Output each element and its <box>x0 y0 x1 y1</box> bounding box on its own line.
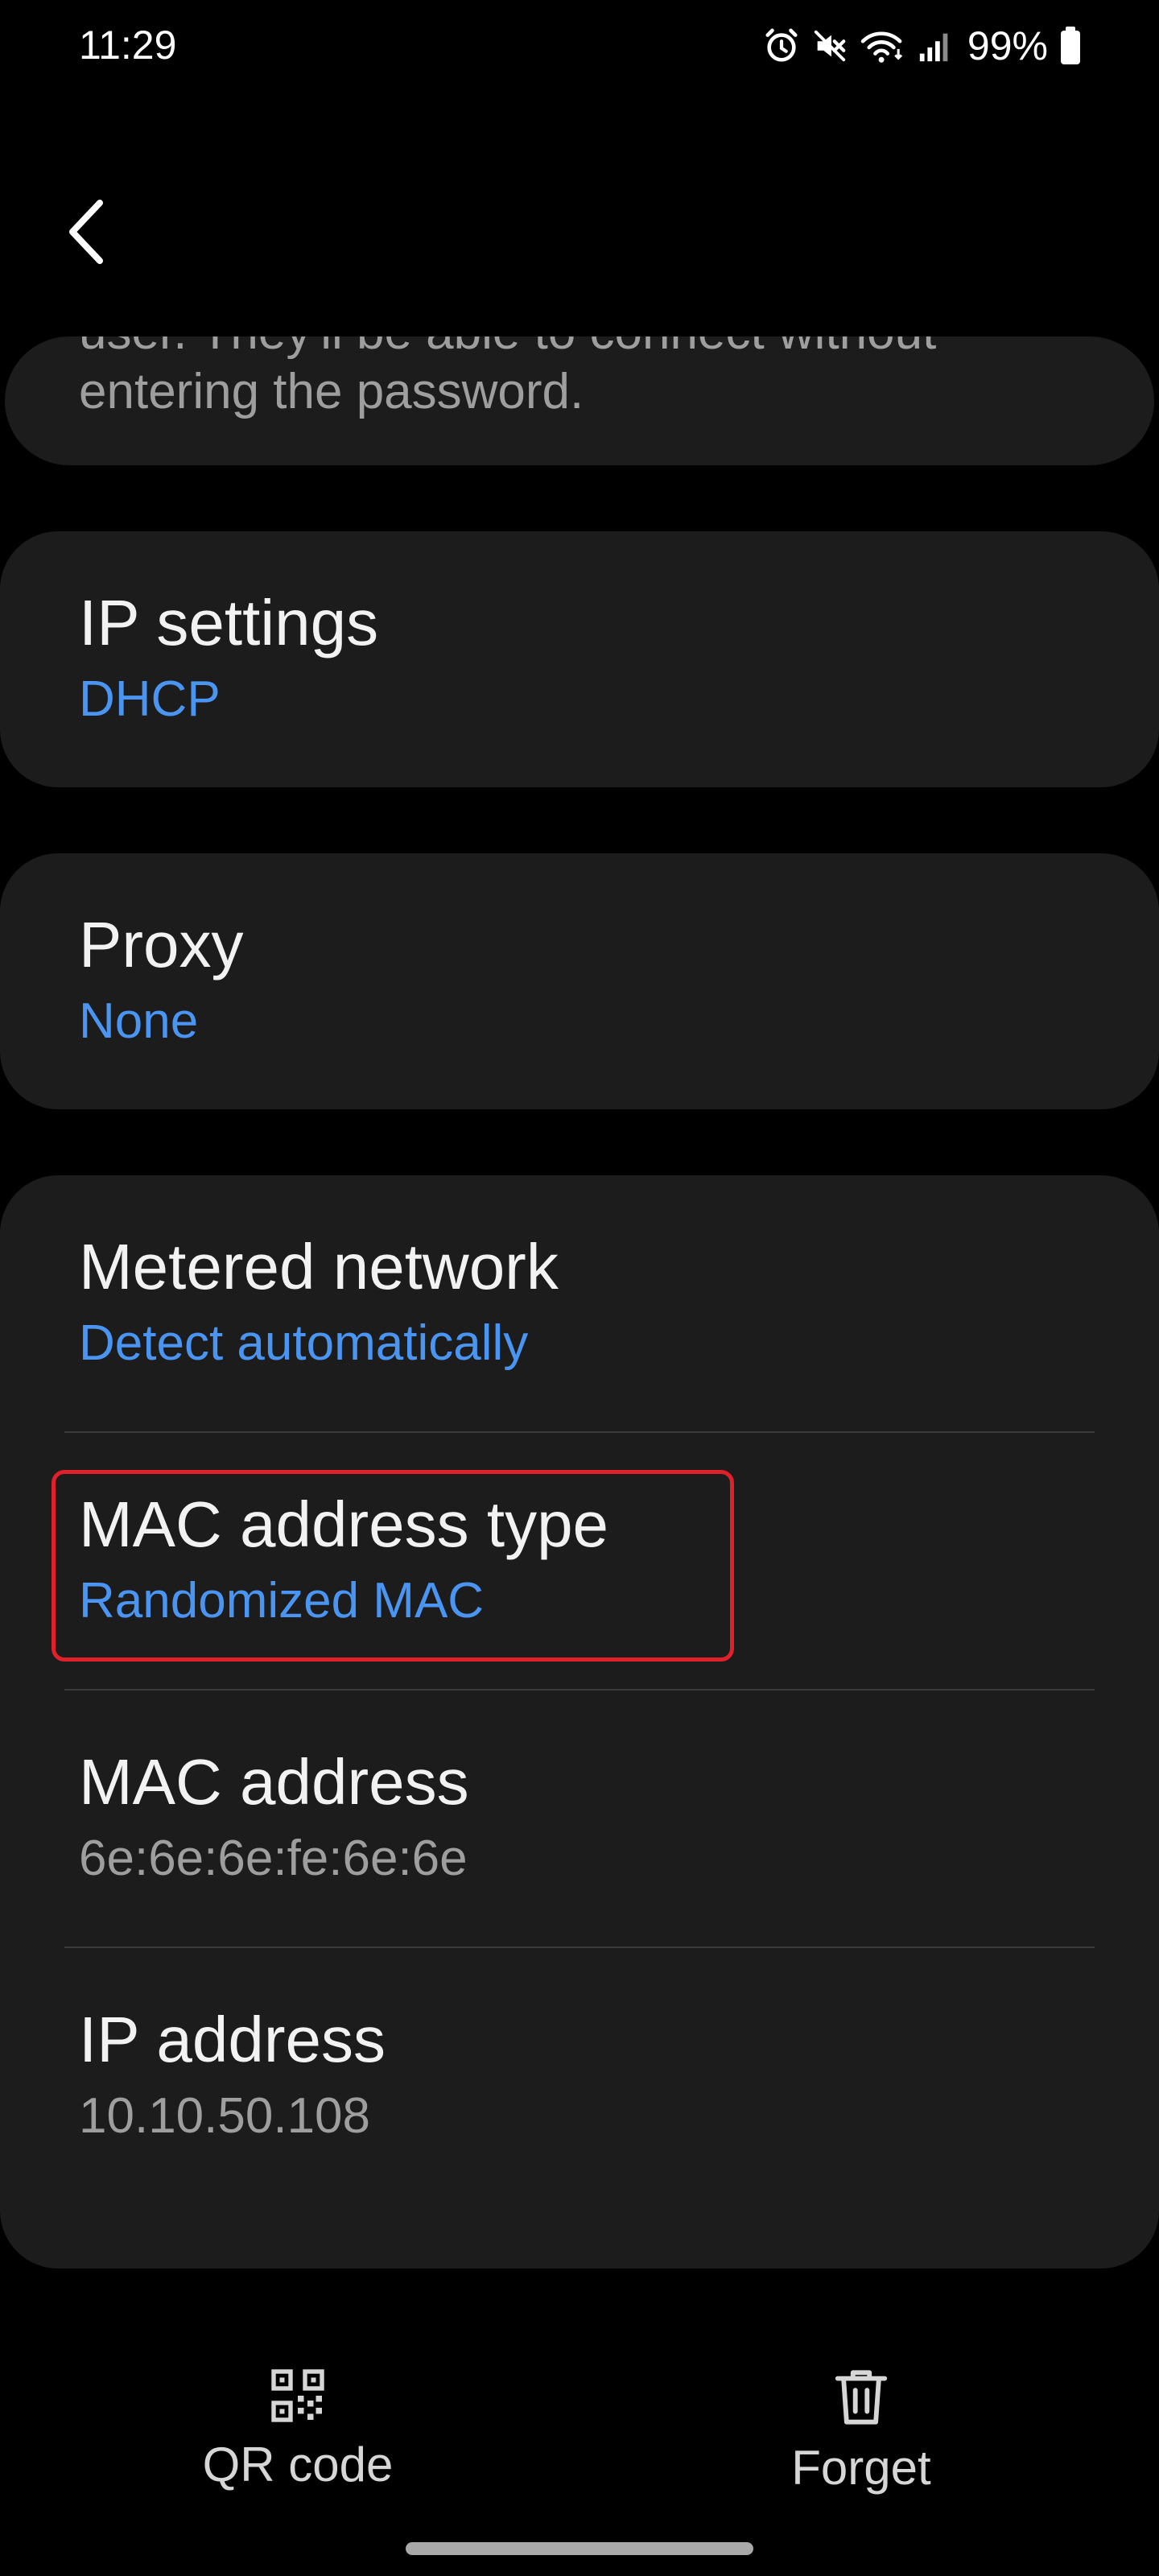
mac-address-type-highlight <box>52 1470 734 1662</box>
share-password-card: user. They'll be able to connect without… <box>5 336 1154 465</box>
signal-icon <box>919 33 948 62</box>
trash-icon <box>835 2370 888 2425</box>
metered-network-row[interactable]: Metered network Detect automatically <box>79 1228 559 1375</box>
mute-icon <box>814 30 846 62</box>
network-details-card: Metered network Detect automatically MAC… <box>0 1175 1159 2268</box>
divider <box>64 1431 1095 1433</box>
qr-code-label: QR code <box>202 2438 394 2491</box>
ip-settings-card[interactable]: IP settings DHCP <box>0 531 1159 787</box>
share-description-cut-line: user. They'll be able to connect without <box>79 336 936 364</box>
qr-code-icon <box>271 2369 324 2422</box>
ip-settings-row[interactable]: IP settings DHCP <box>79 584 378 731</box>
forget-label: Forget <box>791 2441 931 2495</box>
ip-settings-value: DHCP <box>79 671 221 727</box>
status-time: 11:29 <box>79 23 177 68</box>
ip-settings-title: IP settings <box>79 587 379 658</box>
status-icons: 99% <box>763 18 1082 74</box>
battery-icon <box>1061 27 1080 64</box>
ip-address-value: 10.10.50.108 <box>79 2088 371 2144</box>
qr-code-button[interactable]: QR code <box>169 2367 427 2528</box>
metered-network-value: Detect automatically <box>79 1315 529 1371</box>
mac-address-row: MAC address 6e:6e:6e:fe:6e:6e <box>79 1744 469 1890</box>
mac-address-value: 6e:6e:6e:fe:6e:6e <box>79 1831 468 1886</box>
back-button[interactable] <box>66 184 138 280</box>
share-description-line: entering the password. <box>79 364 584 419</box>
proxy-row[interactable]: Proxy None <box>79 906 244 1053</box>
proxy-title: Proxy <box>79 909 244 980</box>
divider <box>64 1689 1095 1690</box>
mac-address-title: MAC address <box>79 1746 469 1818</box>
proxy-value: None <box>79 993 199 1049</box>
battery-percentage: 99% <box>967 23 1048 68</box>
ip-address-row: IP address 10.10.50.108 <box>79 2001 386 2148</box>
metered-network-title: Metered network <box>79 1231 559 1302</box>
home-indicator[interactable] <box>406 2542 753 2555</box>
proxy-card[interactable]: Proxy None <box>0 853 1159 1109</box>
wifi-icon <box>860 31 903 63</box>
status-bar: 11:29 99% <box>0 0 1159 97</box>
alarm-icon <box>765 28 798 62</box>
ip-address-title: IP address <box>79 2004 386 2075</box>
forget-button[interactable]: Forget <box>732 2367 990 2528</box>
chevron-left-icon <box>69 200 103 264</box>
divider <box>64 1946 1095 1948</box>
